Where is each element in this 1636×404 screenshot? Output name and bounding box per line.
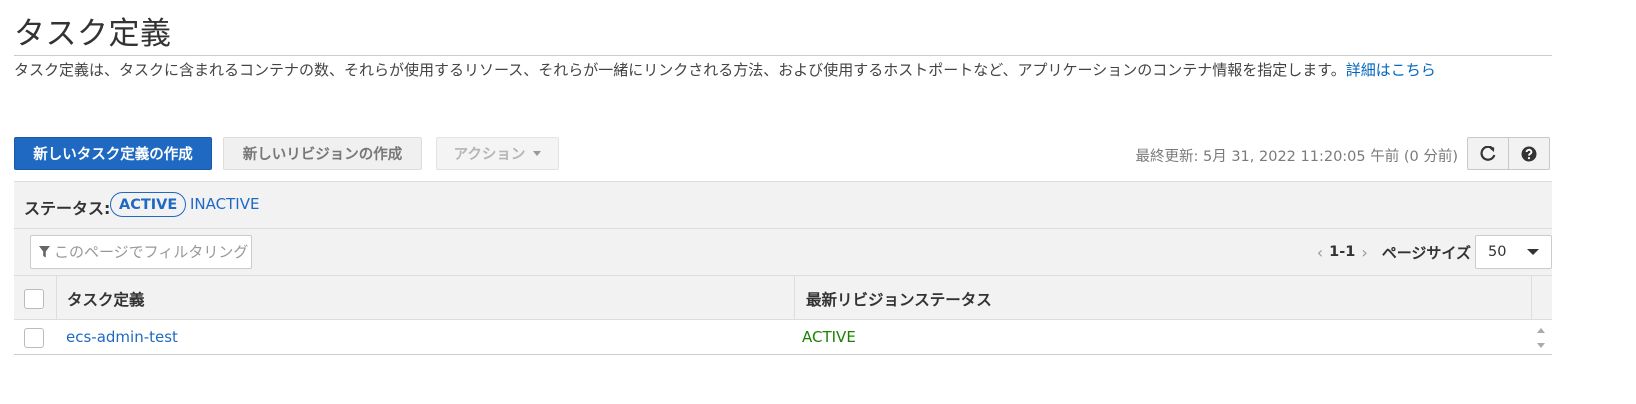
column-header-label: 最新リビジョンステータス bbox=[806, 291, 992, 309]
page-size-label: ページサイズ bbox=[1381, 243, 1471, 262]
filter-input[interactable] bbox=[53, 243, 251, 261]
filter-field[interactable] bbox=[30, 235, 252, 269]
task-definition-link[interactable]: ecs-admin-test bbox=[66, 328, 178, 346]
next-page-icon[interactable]: › bbox=[1355, 243, 1373, 262]
revision-status: ACTIVE bbox=[802, 328, 856, 346]
column-header-task-definition[interactable]: タスク定義 bbox=[57, 276, 795, 320]
select-all-cell bbox=[14, 276, 57, 320]
page-range: 1-1 bbox=[1329, 244, 1356, 260]
task-definitions-page: タスク定義 タスク定義は、タスクに含まれるコンテナの数、それらが使用するリソース… bbox=[0, 0, 1636, 404]
title-divider bbox=[14, 55, 1552, 56]
row-checkbox[interactable] bbox=[24, 328, 44, 348]
column-header-label: タスク定義 bbox=[67, 291, 145, 309]
question-circle-icon bbox=[1521, 146, 1537, 161]
page-description: タスク定義は、タスクに含まれるコンテナの数、それらが使用するリソース、それらが一… bbox=[14, 60, 1574, 80]
pagination: ‹ 1-1 › ページサイズ 50 bbox=[1311, 235, 1552, 269]
select-all-checkbox[interactable] bbox=[24, 289, 44, 309]
help-button[interactable] bbox=[1508, 137, 1550, 170]
refresh-button[interactable] bbox=[1467, 137, 1509, 170]
learn-more-link[interactable]: 詳細はこちら bbox=[1346, 61, 1436, 79]
status-filter-active[interactable]: ACTIVE bbox=[110, 192, 187, 217]
table-row: ecs-admin-test ACTIVE bbox=[14, 320, 1552, 355]
chevron-down-icon bbox=[1527, 249, 1539, 255]
status-filter-inactive[interactable]: INACTIVE bbox=[190, 195, 259, 213]
page-title: タスク定義 bbox=[14, 16, 172, 52]
scroll-arrows-icon[interactable] bbox=[1536, 324, 1546, 352]
description-text: タスク定義は、タスクに含まれるコンテナの数、それらが使用するリソース、それらが一… bbox=[14, 61, 1346, 79]
create-task-definition-button[interactable]: 新しいタスク定義の作成 bbox=[14, 137, 212, 170]
table-filter-bar: ‹ 1-1 › ページサイズ 50 bbox=[14, 229, 1552, 276]
refresh-icon bbox=[1480, 145, 1496, 161]
page-size-select[interactable]: 50 bbox=[1475, 235, 1552, 269]
last-updated-text: 最終更新: 5月 31, 2022 11:20:05 午前 (0 分前) bbox=[1135, 149, 1459, 165]
status-label: ステータス: bbox=[24, 199, 111, 218]
create-new-revision-button[interactable]: 新しいリビジョンの作成 bbox=[223, 137, 422, 170]
column-header-latest-revision-status[interactable]: 最新リビジョンステータス bbox=[796, 276, 1532, 320]
status-filter-bar: ステータス: ACTIVE INACTIVE bbox=[14, 182, 1552, 229]
task-definitions-table-panel: ステータス: ACTIVE INACTIVE ‹ 1-1 › ページサイズ 50 bbox=[14, 181, 1552, 357]
actions-dropdown-button[interactable]: アクション bbox=[436, 137, 559, 170]
caret-down-icon bbox=[533, 151, 542, 156]
filter-icon bbox=[39, 246, 50, 258]
prev-page-icon[interactable]: ‹ bbox=[1311, 243, 1329, 262]
actions-button-label: アクション bbox=[453, 147, 526, 163]
page-size-value: 50 bbox=[1488, 244, 1507, 260]
table-header: タスク定義 最新リビジョンステータス bbox=[14, 276, 1552, 320]
